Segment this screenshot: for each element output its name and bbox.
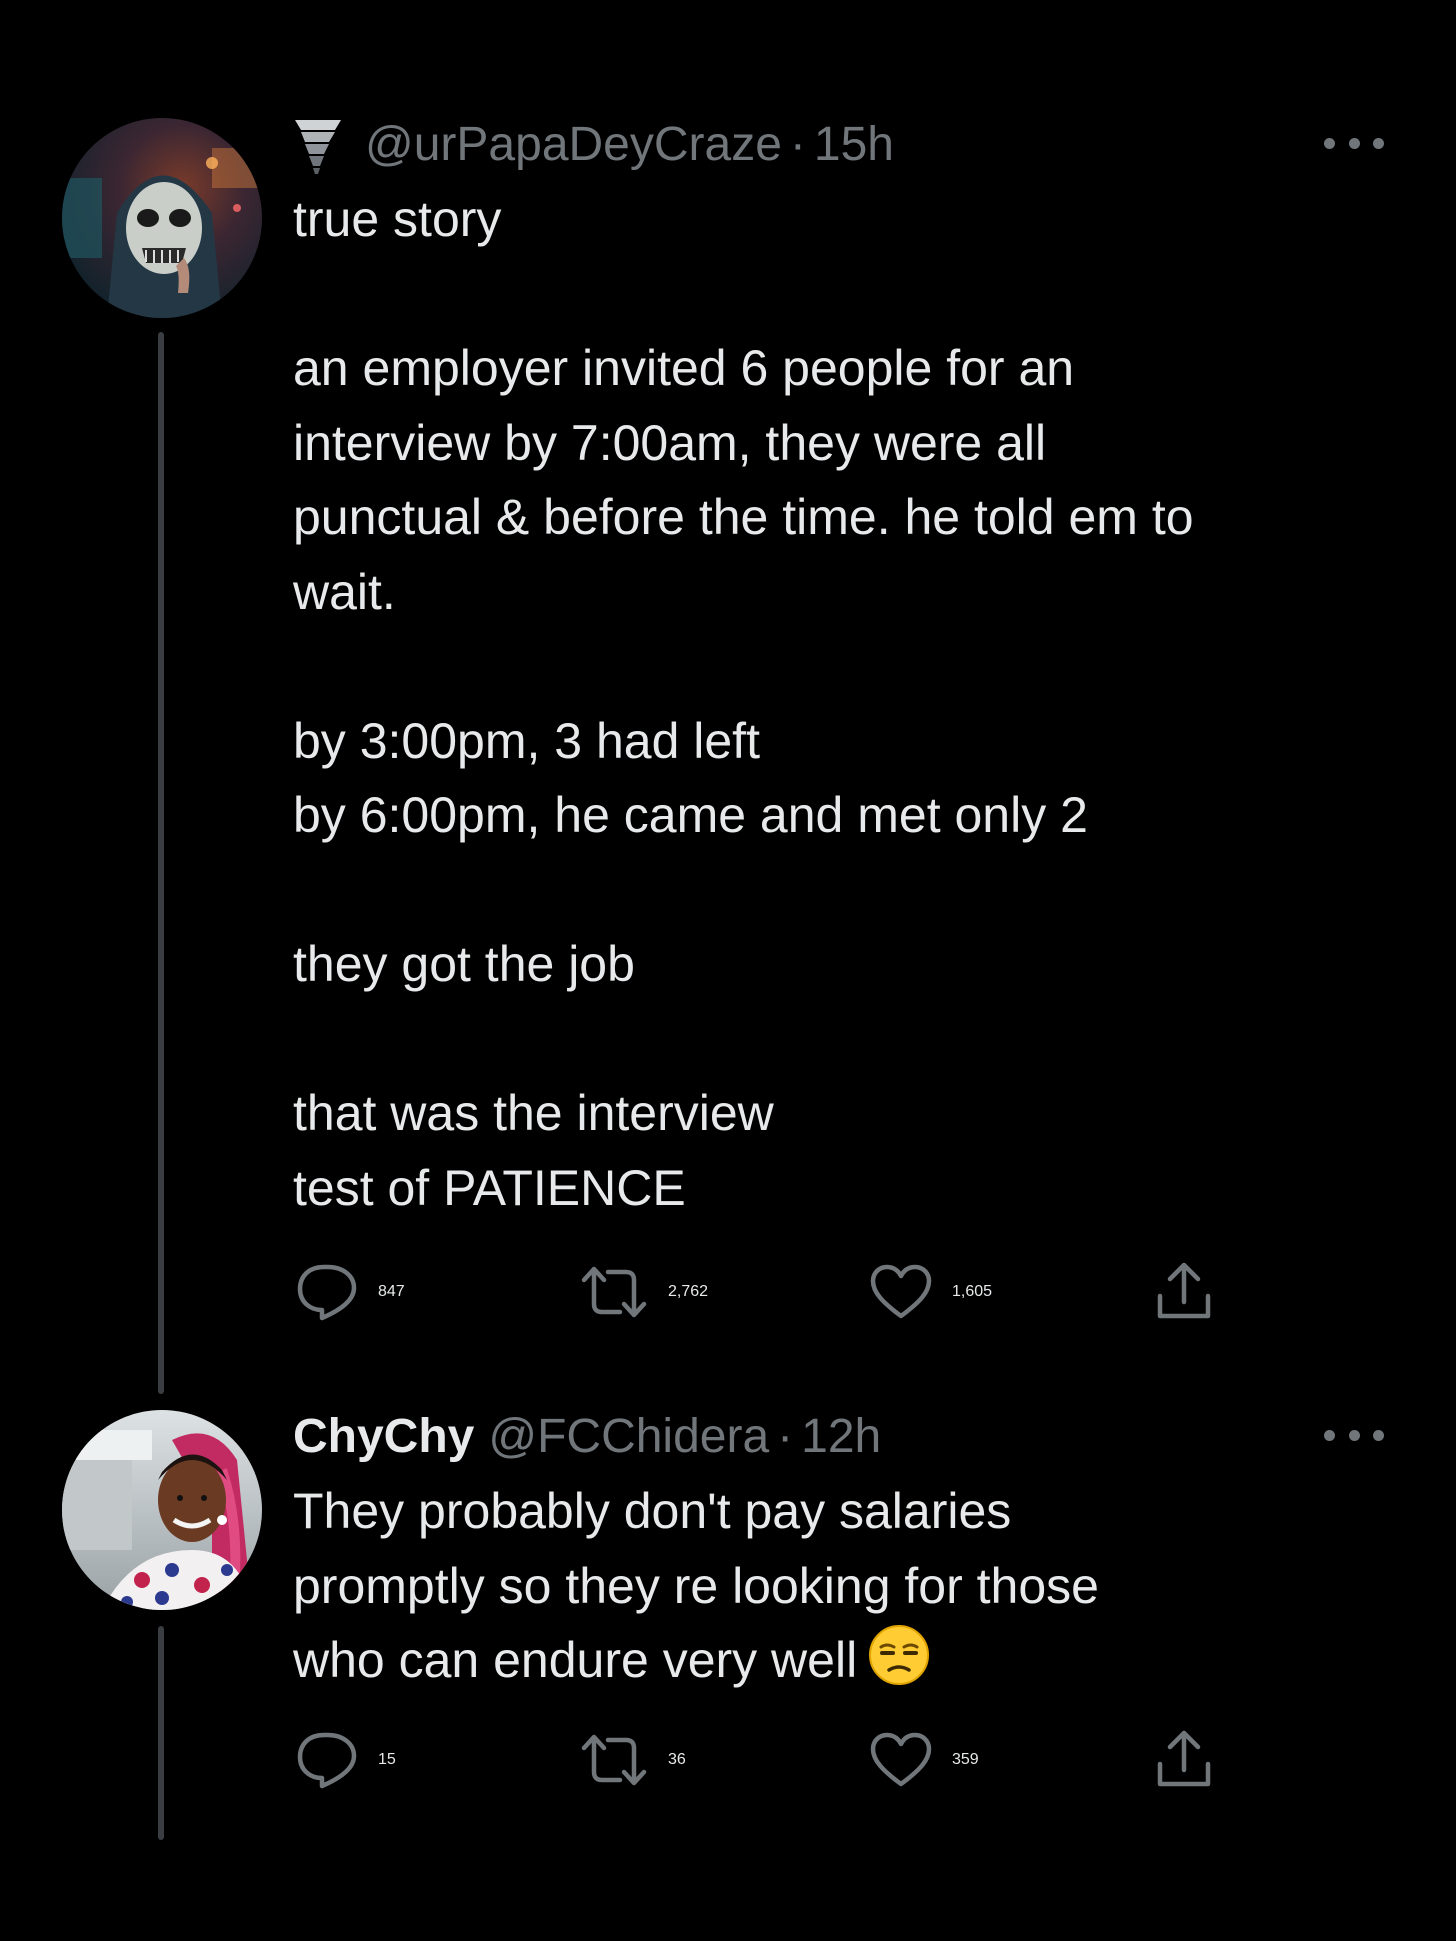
retweet-button[interactable]: 2,762 — [580, 1262, 708, 1322]
timestamp[interactable]: 12h — [801, 1400, 881, 1474]
like-count: 1,605 — [952, 1283, 993, 1300]
reply-count: 15 — [378, 1751, 396, 1768]
reply-icon — [297, 1264, 357, 1321]
reply-icon — [297, 1732, 357, 1789]
like-button[interactable]: 359 — [870, 1730, 979, 1790]
tweet-line: true story — [293, 191, 502, 247]
heart-icon — [870, 1732, 932, 1787]
user-handle[interactable]: @FCChidera — [488, 1400, 769, 1474]
more-options-icon[interactable] — [1324, 1425, 1384, 1445]
tweet-text: They probably don't pay salaries promptl… — [293, 1474, 1393, 1698]
user-handle[interactable]: @urPapaDeyCraze — [365, 108, 782, 182]
tweet-line-blank — [293, 257, 1393, 332]
tweet-line: wait. — [293, 563, 396, 620]
heart-icon — [870, 1264, 932, 1319]
tweet-line-blank — [293, 853, 1393, 928]
tweet-header: ChyChy @FCChidera · 12h — [293, 1400, 1393, 1474]
like-button[interactable]: 1,605 — [870, 1262, 992, 1322]
avatar-image — [62, 118, 262, 318]
more-options-icon[interactable] — [1324, 133, 1384, 153]
tweet-line: promptly so they re looking for those — [293, 1557, 1099, 1614]
avatar-image — [62, 1410, 262, 1610]
tweet-line: that was the interview — [293, 1085, 774, 1141]
tweet-line: they got the job — [293, 936, 635, 992]
tweet-line: an employer invited 6 people for an — [293, 340, 1075, 396]
tweet-line: They probably don't pay salaries — [293, 1483, 1012, 1539]
tweet-line: by 3:00pm, 3 had left — [293, 712, 760, 769]
reply-count: 847 — [378, 1283, 405, 1300]
separator-dot: · — [777, 1410, 794, 1463]
tweet-line: who can endure very well — [293, 1632, 858, 1688]
share-icon — [1157, 1262, 1211, 1319]
reply-button[interactable]: 847 — [296, 1262, 405, 1322]
separator-dot: · — [789, 118, 806, 171]
thread-line — [158, 1626, 164, 1840]
retweet-count: 2,762 — [668, 1283, 709, 1300]
tweet-line-blank — [293, 1002, 1393, 1077]
retweet-icon — [581, 1734, 647, 1786]
share-button[interactable] — [1152, 1730, 1216, 1790]
tornado-icon — [293, 116, 343, 174]
display-name[interactable]: ChyChy — [293, 1400, 474, 1474]
tweet-line: test of PATIENCE — [293, 1159, 686, 1216]
avatar[interactable] — [62, 1410, 262, 1610]
reply-button[interactable]: 15 — [296, 1730, 396, 1790]
share-icon — [1157, 1730, 1211, 1787]
tweet-line: punctual & before the time. he told em t… — [293, 489, 1194, 545]
tweet-header: @urPapaDeyCraze · 15h — [293, 108, 1393, 182]
share-button[interactable] — [1152, 1262, 1216, 1322]
retweet-count: 36 — [668, 1751, 686, 1768]
tweet-line-blank — [293, 629, 1393, 704]
retweet-icon — [581, 1266, 647, 1318]
retweet-button[interactable]: 36 — [580, 1730, 686, 1790]
avatar[interactable] — [62, 118, 262, 318]
tweet-line-with-emoji: who can endure very well — [293, 1623, 1393, 1698]
tweet-text: true story an employer invited 6 people … — [293, 182, 1393, 1225]
unamused-face-emoji — [867, 1623, 931, 1687]
tweet-line: by 6:00pm, he came and met only 2 — [293, 787, 1088, 843]
timestamp[interactable]: 15h — [814, 108, 894, 182]
like-count: 359 — [952, 1751, 979, 1768]
thread-line — [158, 332, 164, 1394]
tweet-line: interview by 7:00am, they were all — [293, 414, 1047, 471]
